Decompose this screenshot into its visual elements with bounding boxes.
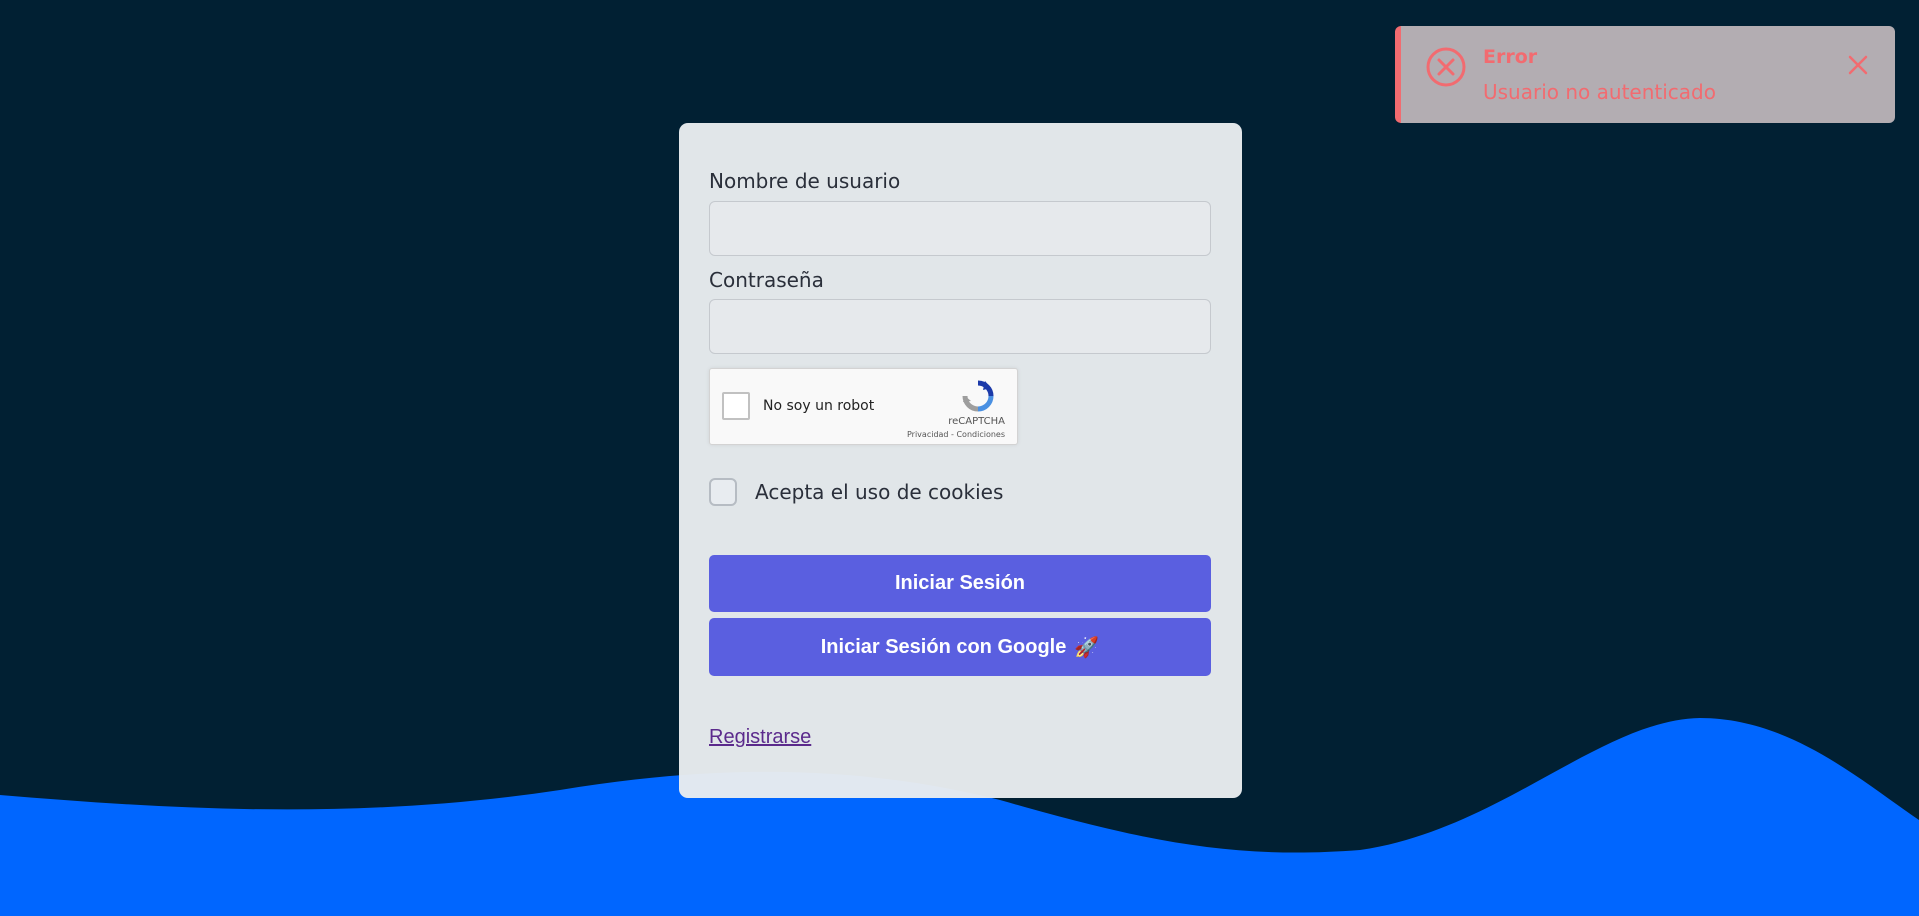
google-login-button[interactable]: Iniciar Sesión con Google 🚀 (709, 618, 1211, 676)
recaptcha-brand: reCAPTCHA (948, 416, 1005, 427)
recaptcha-logo-icon (962, 380, 994, 412)
toast-title: Error (1483, 46, 1538, 68)
login-card: Nombre de usuario Contraseña No soy un r… (679, 123, 1242, 798)
username-input[interactable] (709, 201, 1211, 256)
recaptcha-label: No soy un robot (763, 398, 875, 414)
password-label: Contraseña (709, 268, 824, 292)
rocket-icon: 🚀 (1074, 636, 1100, 659)
toast-message: Usuario no autenticado (1483, 80, 1716, 104)
recaptcha-links[interactable]: Privacidad - Condiciones (907, 430, 1005, 439)
recaptcha-checkbox[interactable] (722, 392, 750, 420)
password-input[interactable] (709, 299, 1211, 354)
error-toast: Error Usuario no autenticado (1395, 26, 1895, 123)
login-button-label: Iniciar Sesión (894, 572, 1026, 594)
close-icon[interactable] (1847, 54, 1869, 76)
username-label: Nombre de usuario (709, 169, 901, 193)
login-button[interactable]: Iniciar Sesión (709, 555, 1211, 612)
cookies-label: Acepta el uso de cookies (755, 480, 1004, 504)
register-link[interactable]: Registrarse (709, 726, 811, 749)
error-circle-icon (1426, 47, 1466, 87)
cookies-checkbox[interactable] (709, 478, 737, 506)
google-login-button-label: Iniciar Sesión con Google (820, 635, 1067, 658)
recaptcha-widget: No soy un robot reCAPTCHA Privacidad - C… (709, 368, 1018, 445)
